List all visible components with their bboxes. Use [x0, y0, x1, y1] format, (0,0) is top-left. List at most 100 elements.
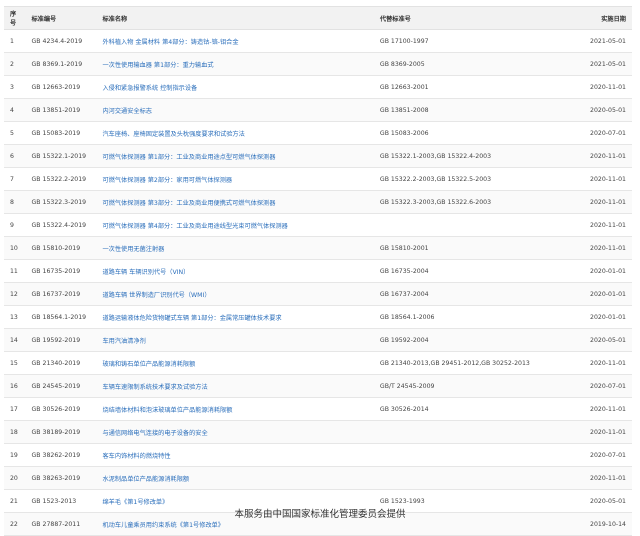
cell-replaces: GB 30526-2014 [373, 397, 570, 421]
table-body: 1 GB 4234.4-2019 外科植入物 金属材料 第4部分：铸造钴-铬-钼合金… [4, 29, 632, 536]
table-row: 20 GB 38263-2019 水泥制品单位产品能源消耗限额 2020-11-01 [4, 466, 632, 490]
cell-no: 18 [4, 420, 26, 444]
standard-name-link[interactable]: 玻璃和铸石单位产品能源消耗限额 [102, 361, 195, 368]
standard-name-link[interactable]: 可燃气体探测器 第4部分：工业及商业用途线型光束可燃气体探测器 [102, 223, 287, 230]
standard-name-link[interactable]: 水泥制品单位产品能源消耗限额 [102, 476, 189, 483]
cell-date: 2020-11-01 [569, 190, 632, 214]
cell-code: GB 38263-2019 [25, 466, 97, 490]
table-row: 13 GB 18564.1-2019 道路运输液体危险货物罐式车辆 第1部分：金属常… [4, 305, 632, 329]
standard-name-link[interactable]: 道路车辆 世界制造厂识别代号（WMI） [102, 292, 210, 299]
cell-replaces [373, 420, 570, 444]
standard-name-link[interactable]: 绵羊毛《第1号修改单》 [102, 499, 168, 506]
standard-name-link[interactable]: 机动车儿童乘员用约束系统《第1号修改单》 [102, 522, 224, 529]
cell-no: 4 [4, 98, 26, 122]
table-row: 5 GB 15083-2019 汽车座椅、座椅固定装置及头枕强度要求和试验方法 GB … [4, 121, 632, 145]
cell-no: 11 [4, 259, 26, 283]
table-row: 7 GB 15322.2-2019 可燃气体探测器 第2部分：家用可燃气体探测器 GB… [4, 167, 632, 191]
cell-replaces: GB 12663-2001 [373, 75, 570, 99]
cell-replaces: GB 17100-1997 [373, 29, 570, 53]
standard-name-link[interactable]: 道路车辆 车辆识别代号（VIN） [102, 269, 189, 276]
standard-name-link[interactable]: 外科植入物 金属材料 第4部分：铸造钴-铬-钼合金 [102, 39, 238, 46]
table-row: 15 GB 21340-2019 玻璃和铸石单位产品能源消耗限额 GB 21340-2… [4, 351, 632, 375]
cell-date: 2020-01-01 [569, 305, 632, 329]
standard-name-link[interactable]: 可燃气体探测器 第2部分：家用可燃气体探测器 [102, 177, 232, 184]
header-date: 实施日期 [569, 6, 632, 30]
cell-date: 2020-11-01 [569, 236, 632, 260]
cell-name: 车用汽油清净剂 [96, 328, 374, 352]
table-row: 2 GB 8369.1-2019 一次性使用输血器 第1部分：重力输血式 GB 836… [4, 52, 632, 76]
cell-no: 19 [4, 443, 26, 467]
cell-date: 2020-07-01 [569, 374, 632, 398]
cell-code: GB 15322.4-2019 [25, 213, 97, 237]
cell-name: 与通信网络电气连接的电子设备的安全 [96, 420, 374, 444]
cell-code: GB 13851-2019 [25, 98, 97, 122]
standard-name-link[interactable]: 客车内饰材料的燃烧特性 [102, 453, 170, 460]
cell-replaces: GB 15810-2001 [373, 236, 570, 260]
cell-replaces [373, 466, 570, 490]
cell-code: GB 24545-2019 [25, 374, 97, 398]
cell-code: GB 38262-2019 [25, 443, 97, 467]
cell-replaces: GB 15322.1-2003,GB 15322.4-2003 [373, 144, 570, 168]
cell-name: 道路车辆 世界制造厂识别代号（WMI） [96, 282, 374, 306]
cell-code: GB 21340-2019 [25, 351, 97, 375]
cell-no: 14 [4, 328, 26, 352]
cell-name: 水泥制品单位产品能源消耗限额 [96, 466, 374, 490]
cell-date: 2020-05-01 [569, 98, 632, 122]
header-row: 序号 标准编号 标准名称 代替标准号 实施日期 [4, 6, 632, 30]
header-no: 序号 [4, 6, 26, 30]
cell-name: 入侵和紧急报警系统 控制指示设备 [96, 75, 374, 99]
standard-name-link[interactable]: 汽车座椅、座椅固定装置及头枕强度要求和试验方法 [102, 131, 244, 138]
cell-code: GB 4234.4-2019 [25, 29, 97, 53]
standard-name-link[interactable]: 与通信网络电气连接的电子设备的安全 [102, 430, 207, 437]
cell-replaces: GB 15322.2-2003,GB 15322.5-2003 [373, 167, 570, 191]
cell-date: 2021-05-01 [569, 52, 632, 76]
table-row: 6 GB 15322.1-2019 可燃气体探测器 第1部分：工业及商业用途点型可燃… [4, 144, 632, 168]
cell-replaces [373, 443, 570, 467]
cell-no: 6 [4, 144, 26, 168]
cell-no: 13 [4, 305, 26, 329]
cell-code: GB 12663-2019 [25, 75, 97, 99]
standard-name-link[interactable]: 烧结墙体材料和泡沫玻璃单位产品能源消耗限额 [102, 407, 232, 414]
table-row: 10 GB 15810-2019 一次性使用无菌注射器 GB 15810-2001 20… [4, 236, 632, 260]
cell-date: 2020-11-01 [569, 213, 632, 237]
table-row: 9 GB 15322.4-2019 可燃气体探测器 第4部分：工业及商业用途线型光束… [4, 213, 632, 237]
cell-code: GB 38189-2019 [25, 420, 97, 444]
cell-name: 一次性使用无菌注射器 [96, 236, 374, 260]
cell-name: 外科植入物 金属材料 第4部分：铸造钴-铬-钼合金 [96, 29, 374, 53]
standard-name-link[interactable]: 一次性使用无菌注射器 [102, 246, 164, 253]
cell-code: GB 30526-2019 [25, 397, 97, 421]
cell-no: 20 [4, 466, 26, 490]
table-row: 17 GB 30526-2019 烧结墙体材料和泡沫玻璃单位产品能源消耗限额 GB 3… [4, 397, 632, 421]
cell-code: GB 15083-2019 [25, 121, 97, 145]
cell-no: 9 [4, 213, 26, 237]
standard-name-link[interactable]: 车辆车速限制系统技术要求及试验方法 [102, 384, 207, 391]
table-row: 1 GB 4234.4-2019 外科植入物 金属材料 第4部分：铸造钴-铬-钼合金… [4, 29, 632, 53]
cell-date: 2020-11-01 [569, 466, 632, 490]
cell-name: 可燃气体探测器 第2部分：家用可燃气体探测器 [96, 167, 374, 191]
header-replaces: 代替标准号 [373, 6, 570, 30]
cell-no: 3 [4, 75, 26, 99]
standard-name-link[interactable]: 入侵和紧急报警系统 控制指示设备 [102, 85, 197, 92]
cell-code: GB 16735-2019 [25, 259, 97, 283]
cell-no: 10 [4, 236, 26, 260]
cell-replaces: GB 15322.3-2003,GB 15322.6-2003 [373, 190, 570, 214]
cell-no: 1 [4, 29, 26, 53]
standard-name-link[interactable]: 道路运输液体危险货物罐式车辆 第1部分：金属常压罐体技术要求 [102, 315, 281, 322]
cell-name: 道路运输液体危险货物罐式车辆 第1部分：金属常压罐体技术要求 [96, 305, 374, 329]
cell-code: GB 15322.3-2019 [25, 190, 97, 214]
cell-replaces: GB 18564.1-2006 [373, 305, 570, 329]
table-row: 19 GB 38262-2019 客车内饰材料的燃烧特性 2020-07-01 [4, 443, 632, 467]
cell-no: 2 [4, 52, 26, 76]
standard-name-link[interactable]: 一次性使用输血器 第1部分：重力输血式 [102, 62, 213, 69]
cell-replaces: GB 16735-2004 [373, 259, 570, 283]
cell-replaces: GB 19592-2004 [373, 328, 570, 352]
cell-code: GB 8369.1-2019 [25, 52, 97, 76]
standard-name-link[interactable]: 可燃气体探测器 第1部分：工业及商业用途点型可燃气体探测器 [102, 154, 275, 161]
cell-name: 玻璃和铸石单位产品能源消耗限额 [96, 351, 374, 375]
table-row: 14 GB 19592-2019 车用汽油清净剂 GB 19592-2004 2020-… [4, 328, 632, 352]
standard-name-link[interactable]: 可燃气体探测器 第3部分：工业及商业用便携式可燃气体探测器 [102, 200, 275, 207]
table-row: 18 GB 38189-2019 与通信网络电气连接的电子设备的安全 2020-11-… [4, 420, 632, 444]
standard-name-link[interactable]: 车用汽油清净剂 [102, 338, 145, 345]
standard-name-link[interactable]: 内河交通安全标志 [102, 108, 152, 115]
cell-date: 2020-11-01 [569, 351, 632, 375]
